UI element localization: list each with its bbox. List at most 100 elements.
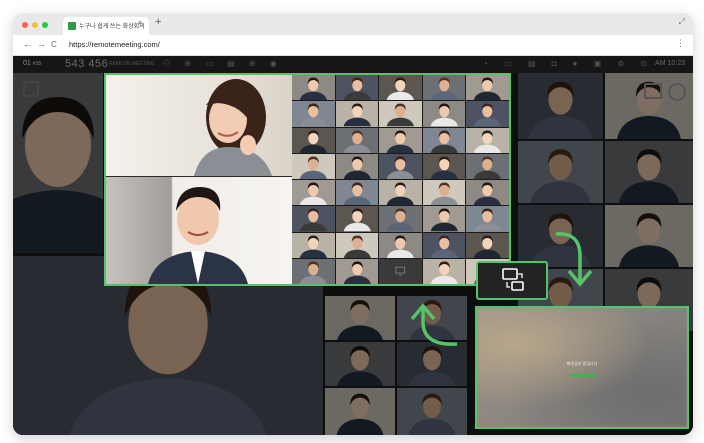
participant-tile[interactable] <box>379 232 422 258</box>
participant-tile[interactable] <box>292 101 335 127</box>
monitor-icon <box>395 266 406 276</box>
back-icon[interactable]: ← <box>23 39 32 49</box>
participant-tile[interactable] <box>335 180 379 206</box>
participant-avatar-icon <box>430 103 458 127</box>
url-field[interactable]: https://remotemeeting.com/ <box>69 40 160 49</box>
participant-tile[interactable] <box>422 206 466 232</box>
reload-icon[interactable]: C <box>51 40 57 49</box>
participant-tile[interactable] <box>379 75 422 101</box>
participant-tile[interactable] <box>422 127 466 153</box>
participant-tile[interactable] <box>422 232 466 258</box>
participant-tile[interactable] <box>335 206 379 232</box>
participant-tile[interactable] <box>466 180 509 206</box>
new-tab-icon[interactable]: + <box>155 16 161 28</box>
participant-avatar-icon <box>430 182 458 206</box>
participant-tile[interactable] <box>422 101 466 127</box>
speaker-video-woman[interactable] <box>106 75 292 176</box>
close-window-dot[interactable] <box>22 22 28 28</box>
meeting-toolbar: 01 #18 543 456 REMOTE MEETING ⚇ ⊕ ▭ ▤ ⊕ … <box>13 56 693 73</box>
participant-tile[interactable] <box>292 258 335 284</box>
participant-avatar-icon <box>343 208 371 232</box>
participant-avatar-icon <box>474 130 502 153</box>
participant-tile[interactable] <box>335 75 379 101</box>
favicon-icon <box>68 22 76 30</box>
share-progress-bar <box>570 374 596 377</box>
tab-close-icon[interactable]: × <box>138 20 142 27</box>
browser-tabbar: 누구나 쉽게 쓰는 화상회의 × + ⤢ <box>13 13 693 35</box>
participant-avatar-icon <box>299 77 327 101</box>
participant-tile[interactable] <box>379 101 422 127</box>
participant-tile[interactable] <box>422 153 466 179</box>
address-bar: ← → C https://remotemeeting.com/ ⋮ <box>13 35 693 56</box>
participant-tile[interactable] <box>292 232 335 258</box>
maximize-window-dot[interactable] <box>42 22 48 28</box>
browser-menu-icon[interactable]: ⋮ <box>676 38 685 49</box>
participant-tile[interactable] <box>292 180 335 206</box>
toolbar-left-icons[interactable]: ⚇ ⊕ ▭ ▤ ⊕ ◉ <box>163 59 283 68</box>
resize-icon[interactable]: ⤢ <box>679 17 685 27</box>
minimize-window-dot[interactable] <box>32 22 38 28</box>
participant-tile[interactable] <box>466 206 509 232</box>
participant-avatar-icon <box>430 156 458 179</box>
participant-avatar-icon <box>474 182 502 206</box>
participant-tile[interactable] <box>335 258 379 284</box>
participant-tile[interactable] <box>379 127 422 153</box>
participant-tile[interactable] <box>292 75 335 101</box>
participant-avatar-icon <box>474 156 502 179</box>
tab-title: 누구나 쉽게 쓰는 화상회의 <box>79 24 145 30</box>
participant-tile[interactable] <box>422 258 466 284</box>
participant-avatar-icon <box>299 261 327 284</box>
browser-tab[interactable]: 누구나 쉽게 쓰는 화상회의 × <box>63 17 149 35</box>
participant-avatar-icon <box>343 77 371 101</box>
participant-tile[interactable] <box>335 153 379 179</box>
participant-tile[interactable] <box>292 153 335 179</box>
screen-share-preview[interactable]: 화면공유 중입니다 <box>475 306 689 429</box>
participant-tile[interactable] <box>335 101 379 127</box>
participant-tile[interactable] <box>422 180 466 206</box>
participant-avatar-icon <box>343 103 371 127</box>
participant-tile[interactable] <box>466 153 509 179</box>
participant-avatar-icon <box>299 208 327 232</box>
participant-avatar-icon <box>386 156 415 179</box>
switch-layout-button[interactable] <box>476 261 548 300</box>
forward-icon[interactable]: → <box>37 39 46 49</box>
participant-avatar-icon <box>386 182 415 206</box>
profile-icon[interactable] <box>668 83 686 101</box>
participant-avatar-icon <box>474 103 502 127</box>
participant-tile[interactable] <box>335 127 379 153</box>
woman-avatar-icon <box>194 79 272 176</box>
toolbar-right-icons[interactable]: ◔ ▭ ▤ ◘ ● ▣ ⊚ ⊙ <box>483 59 654 68</box>
participant-tile[interactable] <box>379 180 422 206</box>
participant-tile[interactable] <box>466 127 509 153</box>
participant-tile[interactable] <box>335 232 379 258</box>
participant-tile[interactable] <box>379 153 422 179</box>
participant-tile[interactable] <box>466 101 509 127</box>
participant-tile[interactable] <box>292 127 335 153</box>
participant-avatar-icon <box>299 182 327 206</box>
screen-share-tile[interactable] <box>379 258 422 284</box>
participant-avatar-icon <box>430 208 458 232</box>
participant-tile[interactable] <box>379 206 422 232</box>
share-background <box>477 308 687 427</box>
participant-tile[interactable] <box>466 232 509 258</box>
layout-icon[interactable] <box>644 83 662 99</box>
meeting-id: 543 456 <box>65 58 109 70</box>
participant-avatar-icon <box>474 235 502 258</box>
participant-avatar-icon <box>474 77 502 101</box>
switch-layout-icon <box>502 268 524 291</box>
chat-icon[interactable] <box>23 81 39 97</box>
participant-avatar-icon <box>386 130 415 153</box>
participant-tile[interactable] <box>466 75 509 101</box>
participant-avatar-icon <box>343 261 371 284</box>
participant-grid <box>292 75 509 284</box>
participant-tile[interactable] <box>422 75 466 101</box>
participant-avatar-icon <box>343 182 371 206</box>
participant-tile[interactable] <box>292 206 335 232</box>
participant-avatar-icon <box>299 156 327 179</box>
participant-avatar-icon <box>430 130 458 153</box>
arrow-up-icon <box>410 303 458 346</box>
arrow-down-icon <box>555 232 593 287</box>
participant-avatar-icon <box>343 235 371 258</box>
speaker-video-man[interactable] <box>106 177 292 284</box>
participant-avatar-icon <box>386 77 415 101</box>
